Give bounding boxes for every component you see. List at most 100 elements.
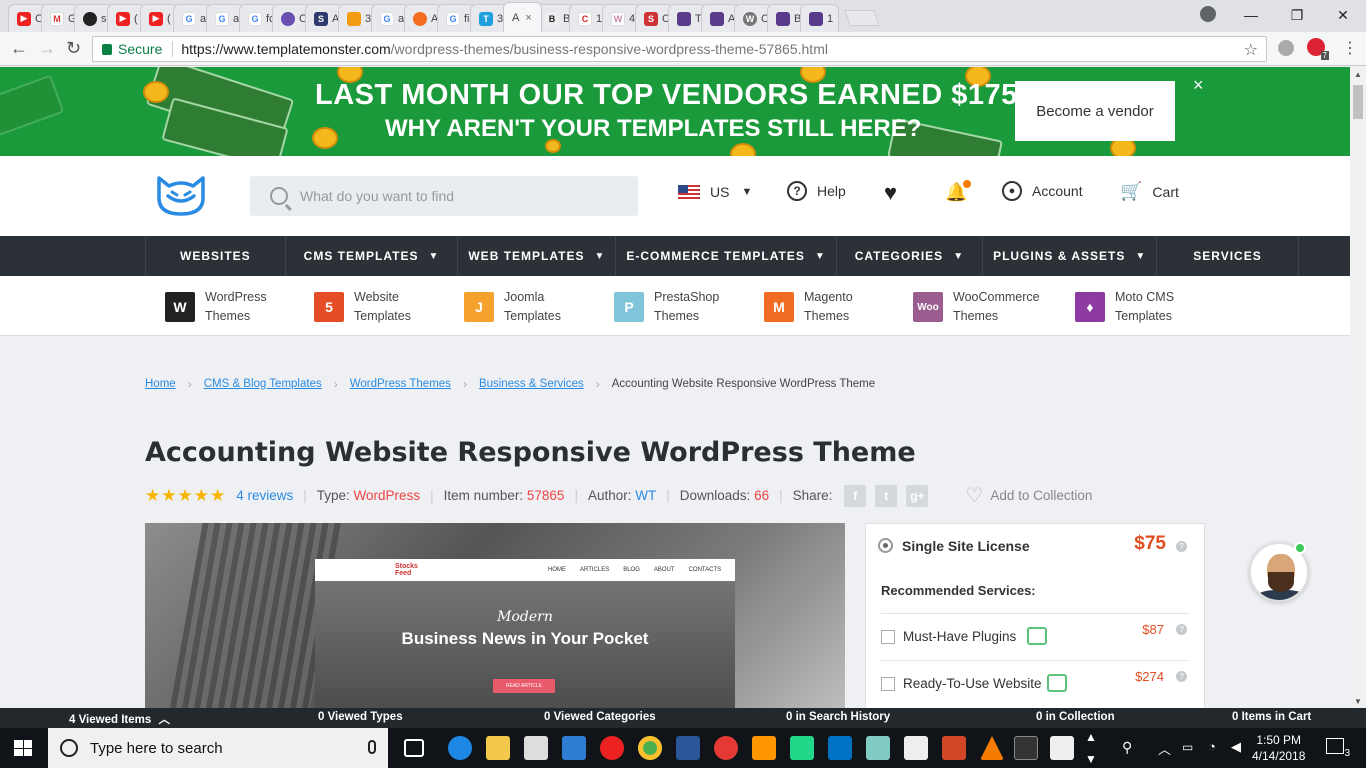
scroll-down-icon[interactable]: ▼: [1354, 697, 1362, 706]
profile-icon[interactable]: [1200, 6, 1216, 22]
author-link[interactable]: WT: [635, 488, 656, 503]
bookmark-star-icon[interactable]: ☆: [1244, 40, 1258, 60]
cart-link[interactable]: 🛒 Cart: [1120, 181, 1179, 202]
nav-services[interactable]: SERVICES: [1156, 236, 1299, 276]
volume-icon[interactable]: ◀: [1231, 739, 1241, 755]
edge-icon[interactable]: [448, 736, 472, 760]
people-icon[interactable]: ⚲: [1122, 739, 1132, 756]
cms-moto[interactable]: ♦ Moto CMS Templates: [1075, 288, 1174, 326]
breadcrumb-cms-blog[interactable]: CMS & Blog Templates: [204, 378, 322, 390]
vlc-icon[interactable]: [980, 736, 1004, 760]
page-scrollbar[interactable]: ▲ ▼: [1350, 67, 1366, 708]
nav-cms-templates[interactable]: CMS TEMPLATES ▼: [284, 236, 458, 276]
media-icon[interactable]: [1050, 736, 1074, 760]
browser-tab-active[interactable]: A ×: [503, 2, 542, 32]
wifi-icon[interactable]: ◔: [1208, 739, 1216, 754]
help-tooltip-icon[interactable]: ?: [1176, 541, 1187, 552]
reviews-link[interactable]: 4 reviews: [236, 488, 293, 503]
nav-categories[interactable]: CATEGORIES ▼: [835, 236, 982, 276]
show-hidden-icons[interactable]: ︿: [1158, 739, 1171, 758]
nav-ecommerce-templates[interactable]: E-COMMERCE TEMPLATES ▼: [615, 236, 835, 276]
opera-icon[interactable]: [600, 736, 624, 760]
cms-website-templates[interactable]: 5 Website Templates: [314, 288, 411, 326]
notifications-link[interactable]: 🔔: [945, 180, 972, 203]
extension-icon[interactable]: [1278, 40, 1294, 56]
nav-websites[interactable]: WEBSITES: [145, 236, 285, 276]
cms-joomla[interactable]: J Joomla Templates: [464, 288, 561, 326]
app-icon[interactable]: [866, 736, 890, 760]
site-icon: C: [578, 11, 592, 26]
word-icon[interactable]: [676, 736, 700, 760]
scroll-up-icon[interactable]: ▲: [1085, 730, 1097, 744]
task-view-icon[interactable]: [404, 739, 424, 757]
terminal-icon[interactable]: [1014, 736, 1038, 760]
add-to-collection[interactable]: ♡ Add to Collection: [965, 483, 1092, 508]
file-explorer-icon[interactable]: [486, 736, 510, 760]
breadcrumb-home[interactable]: Home: [145, 378, 176, 390]
chrome-menu-icon[interactable]: ⋮: [1342, 38, 1358, 58]
nav-web-templates[interactable]: WEB TEMPLATES ▼: [457, 236, 615, 276]
back-icon[interactable]: ←: [10, 38, 28, 59]
scroll-thumb[interactable]: [1353, 85, 1363, 119]
new-tab-button[interactable]: [844, 10, 880, 26]
breadcrumb-business[interactable]: Business & Services: [479, 378, 584, 390]
scroll-down-icon[interactable]: ▼: [1085, 752, 1097, 766]
theme-preview-image[interactable]: Stocks Feed HOME ARTICLES BLOG ABOUT CON…: [145, 523, 845, 708]
mail-icon[interactable]: [524, 736, 548, 760]
viewed-categories[interactable]: 0 Viewed Categories: [544, 711, 656, 723]
help-tooltip-icon[interactable]: ?: [1176, 671, 1187, 682]
paint-icon[interactable]: [714, 736, 738, 760]
become-vendor-button[interactable]: Become a vendor: [1015, 81, 1175, 141]
restore-icon[interactable]: ❐: [1274, 0, 1320, 30]
cms-prestashop[interactable]: P PrestaShop Themes: [614, 288, 719, 326]
outlook-icon[interactable]: [828, 736, 852, 760]
collection-count[interactable]: 0 in Collection: [1036, 711, 1115, 723]
help-tooltip-icon[interactable]: ?: [1176, 624, 1187, 635]
service-checkbox[interactable]: [881, 630, 895, 644]
chrome-icon[interactable]: [638, 736, 662, 760]
close-tab-icon[interactable]: ×: [525, 12, 531, 24]
address-bar[interactable]: Secure https://www.templatemonster.com/w…: [92, 36, 1267, 62]
photos-icon[interactable]: [904, 736, 928, 760]
windows-start-icon[interactable]: [14, 740, 32, 756]
battery-icon[interactable]: ▭: [1182, 740, 1193, 754]
reload-icon[interactable]: ↻: [66, 38, 81, 59]
service-checkbox[interactable]: [881, 677, 895, 691]
cms-magento[interactable]: M Magento Themes: [764, 288, 853, 326]
breadcrumb-wordpress[interactable]: WordPress Themes: [350, 378, 451, 390]
nav-plugins-assets[interactable]: PLUGINS & ASSETS ▼: [982, 236, 1156, 276]
sublime-icon[interactable]: [752, 736, 776, 760]
scroll-up-icon[interactable]: ▲: [1354, 70, 1362, 79]
google-plus-icon[interactable]: g+: [906, 484, 929, 507]
account-link[interactable]: ● Account: [1002, 181, 1083, 201]
cart-count[interactable]: 0 Items in Cart: [1232, 711, 1311, 723]
cms-wordpress[interactable]: W WordPress Themes: [165, 288, 267, 326]
locale-selector[interactable]: US ▼: [678, 184, 752, 200]
taskbar-search[interactable]: Type here to search: [48, 728, 388, 768]
close-window-icon[interactable]: ✕: [1320, 0, 1366, 30]
search-input[interactable]: [300, 188, 600, 204]
extension-icon[interactable]: 7: [1307, 38, 1329, 60]
templatemonster-logo[interactable]: [155, 176, 207, 216]
minimize-icon[interactable]: —: [1228, 0, 1274, 30]
google-icon: G: [380, 11, 394, 26]
facebook-icon[interactable]: f: [844, 484, 867, 507]
viewed-types[interactable]: 0 Viewed Types: [318, 711, 403, 723]
pycharm-icon[interactable]: [790, 736, 814, 760]
action-center-icon[interactable]: 3: [1326, 738, 1350, 759]
browser-tab[interactable]: 1: [800, 4, 839, 32]
license-radio[interactable]: [878, 538, 893, 553]
site-search[interactable]: [250, 176, 638, 216]
wishlist-link[interactable]: ♥: [884, 180, 897, 206]
cms-woocommerce[interactable]: Woo WooCommerce Themes: [913, 288, 1040, 326]
close-banner-icon[interactable]: ×: [1193, 75, 1204, 96]
search-history[interactable]: 0 in Search History: [786, 711, 890, 723]
microphone-icon[interactable]: [368, 740, 376, 754]
help-link[interactable]: ? Help: [787, 181, 846, 201]
twitter-icon[interactable]: t: [875, 484, 898, 507]
viewed-items[interactable]: 4 Viewed Items ︿: [69, 711, 170, 727]
forward-icon[interactable]: →: [38, 38, 56, 59]
powerpoint-icon[interactable]: [942, 736, 966, 760]
taskbar-clock[interactable]: 1:50 PM 4/14/2018: [1252, 732, 1305, 764]
app-icon[interactable]: [562, 736, 586, 760]
